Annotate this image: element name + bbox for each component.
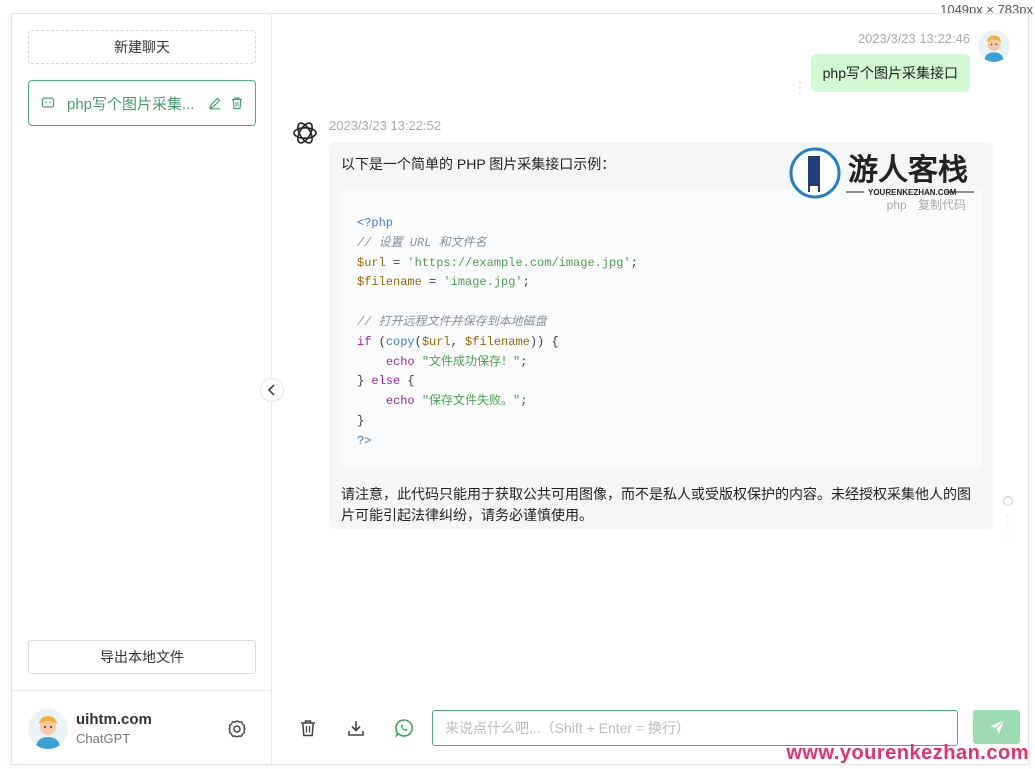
download-icon: [348, 721, 364, 736]
code-line: echo "保存文件失败。";: [385, 394, 528, 409]
trash-icon: [301, 720, 315, 737]
chat-bubble-icon: [41, 96, 55, 110]
user-panel: uihtm.com ChatGPT: [12, 690, 271, 766]
code-line: if (copy($url, $filename)) {: [357, 334, 559, 349]
bot-message-actions[interactable]: · · ·: [1003, 496, 1013, 542]
code-line: $url = 'https://example.com/image.jpg';: [357, 255, 638, 270]
user-info: uihtm.com ChatGPT: [76, 711, 227, 746]
avatar[interactable]: [28, 708, 68, 749]
new-chat-button[interactable]: 新建聊天: [28, 30, 256, 64]
chevron-left-icon: [267, 384, 275, 396]
code-line: }: [357, 413, 365, 428]
code-line: echo "文件成功保存！";: [385, 354, 528, 369]
bot-note-text: 请注意，此代码只能用于获取公共可用图像，而不是私人或受版权保护的内容。未经授权采…: [341, 486, 971, 523]
watermark-logo: 游人客栈 YOURENKEZHAN.COM: [788, 146, 978, 208]
input-row: 来说点什么吧...（Shift + Enter = 换行）: [272, 710, 1028, 746]
user-message-time: 2023/3/23 13:22:46: [857, 31, 970, 46]
sidebar: 新建聊天 php写个图片采集... 导出本地文件 uihtm.com ChatG…: [12, 14, 272, 764]
chat-list-item[interactable]: php写个图片采集...: [28, 80, 256, 126]
more-options-icon[interactable]: · · ·: [798, 75, 802, 99]
whatsapp-icon: [394, 719, 413, 738]
trash-icon[interactable]: [229, 95, 245, 111]
user-subtitle: ChatGPT: [76, 731, 131, 746]
export-button[interactable]: 导出本地文件: [28, 640, 256, 674]
whatsapp-button[interactable]: [392, 716, 416, 740]
download-button[interactable]: [344, 716, 368, 740]
code-line: // 打开远程文件并保存到本地磁盘: [357, 314, 547, 329]
watermark-domain: YOURENKEZHAN.COM: [868, 188, 957, 197]
edit-icon[interactable]: [207, 95, 223, 111]
message-input[interactable]: 来说点什么吧...（Shift + Enter = 换行）: [432, 710, 958, 746]
send-button[interactable]: [973, 710, 1020, 744]
loading-circle-icon: [1003, 496, 1013, 506]
code-lines: <?php // 设置 URL 和文件名 $url = 'https://examp…: [357, 214, 966, 452]
send-icon: [989, 719, 1004, 734]
user-message-bubble: php写个图片采集接口: [810, 54, 970, 92]
gear-icon[interactable]: [227, 719, 247, 739]
code-line: ?>: [357, 433, 372, 448]
openai-logo-icon: [290, 118, 320, 148]
bot-message-time: 2023/3/23 13:22:52: [329, 118, 442, 133]
chat-title: php写个图片采集...: [67, 95, 195, 113]
code-line: <?php: [357, 216, 394, 230]
clear-chat-button[interactable]: [296, 716, 320, 740]
code-line: } else {: [357, 374, 415, 389]
site-url-watermark: www.yourenkezhan.com: [786, 742, 1029, 764]
user-name: uihtm.com: [76, 711, 152, 728]
user-message-avatar: [978, 30, 1010, 62]
app-window: 新建聊天 php写个图片采集... 导出本地文件 uihtm.com ChatG…: [11, 13, 1029, 765]
collapse-sidebar-button[interactable]: [260, 378, 284, 402]
code-block: php 复制代码 <?php// 设置 URL 和文件名 $url = 'http…: [341, 190, 982, 468]
watermark-name: 游人客栈: [848, 153, 968, 187]
code-line: // 设置 URL 和文件名: [357, 235, 487, 250]
chat-main: 2023/3/23 13:22:46 php写个图片采集接口 · · · 2023/…: [272, 14, 1028, 764]
code-line: $filename = 'image.jpg';: [357, 275, 530, 290]
